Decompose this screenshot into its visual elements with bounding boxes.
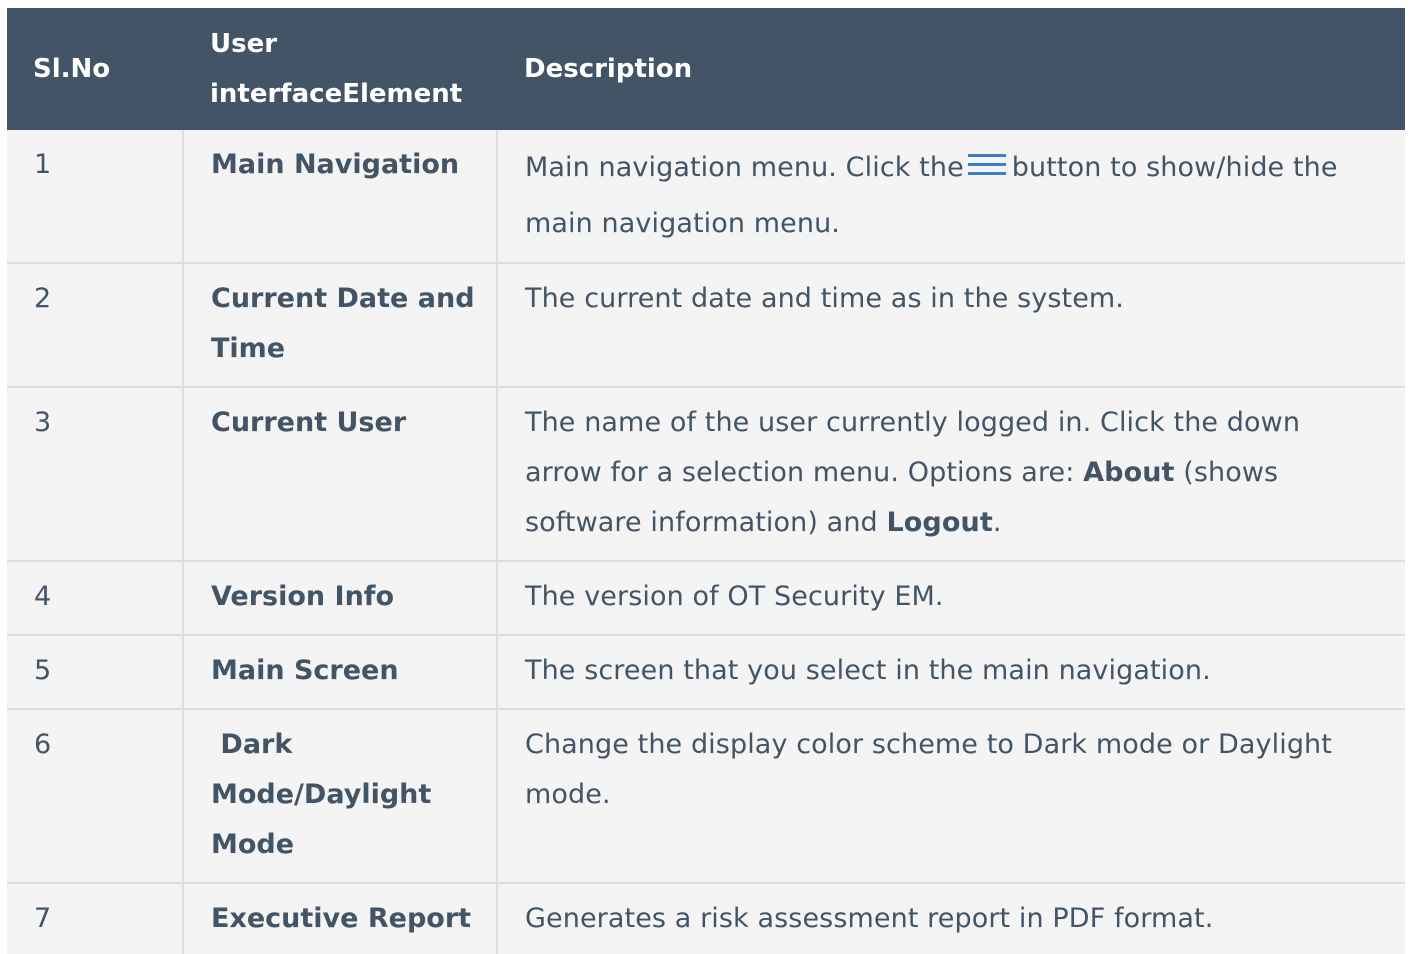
description-text: . (992, 507, 1002, 538)
row-element: Executive Report (182, 882, 498, 954)
table-row: 2 Current Date and Time The current date… (7, 262, 1405, 388)
option-about: About (1083, 457, 1175, 488)
row-element: Current Date and Time (182, 262, 498, 388)
header-row: Sl.No User interfaceElement Description (7, 8, 1405, 130)
row-description: The screen that you select in the main n… (496, 634, 1405, 710)
row-description: Main navigation menu. Click the button to… (496, 130, 1405, 264)
row-number: 7 (7, 882, 184, 954)
description-text: Main navigation menu. Click the (525, 152, 964, 183)
table-row: 4 Version Info The version of OT Securit… (7, 560, 1405, 636)
row-number: 1 (7, 130, 184, 264)
row-description: Generates a risk assessment report in PD… (496, 882, 1405, 954)
table-header: Sl.No User interfaceElement Description (7, 8, 1405, 130)
table-body: 1 Main Navigation Main navigation menu. … (7, 130, 1405, 954)
row-description: The version of OT Security EM. (496, 560, 1405, 636)
row-number: 5 (7, 634, 184, 710)
row-element: Version Info (182, 560, 498, 636)
row-number: 2 (7, 262, 184, 388)
header-description: Description (524, 54, 693, 84)
row-description: Change the display color scheme to Dark … (496, 708, 1405, 884)
row-element: Main Navigation (182, 130, 498, 264)
option-logout: Logout (886, 507, 993, 538)
table-row: 3 Current User The name of the user curr… (7, 386, 1405, 562)
header-sl-no: Sl.No (33, 54, 111, 84)
row-description: The name of the user currently logged in… (496, 386, 1405, 562)
row-number: 4 (7, 560, 184, 636)
menu-icon (967, 151, 1006, 179)
row-number: 3 (7, 386, 184, 562)
row-description: The current date and time as in the syst… (496, 262, 1405, 388)
row-number: 6 (7, 708, 184, 884)
ui-elements-table: Sl.No User interfaceElement Description … (7, 8, 1405, 954)
row-element: Main Screen (182, 634, 498, 710)
header-element: User interfaceElement (210, 29, 463, 109)
row-element: Dark Mode/Daylight Mode (182, 708, 498, 884)
row-element: Current User (182, 386, 498, 562)
table-row: 6 Dark Mode/Daylight Mode Change the dis… (7, 708, 1405, 884)
ui-elements-table-container: Sl.No User interfaceElement Description … (7, 8, 1405, 954)
table-row: 5 Main Screen The screen that you select… (7, 634, 1405, 710)
table-row: 1 Main Navigation Main navigation menu. … (7, 130, 1405, 264)
table-row: 7 Executive Report Generates a risk asse… (7, 882, 1405, 954)
